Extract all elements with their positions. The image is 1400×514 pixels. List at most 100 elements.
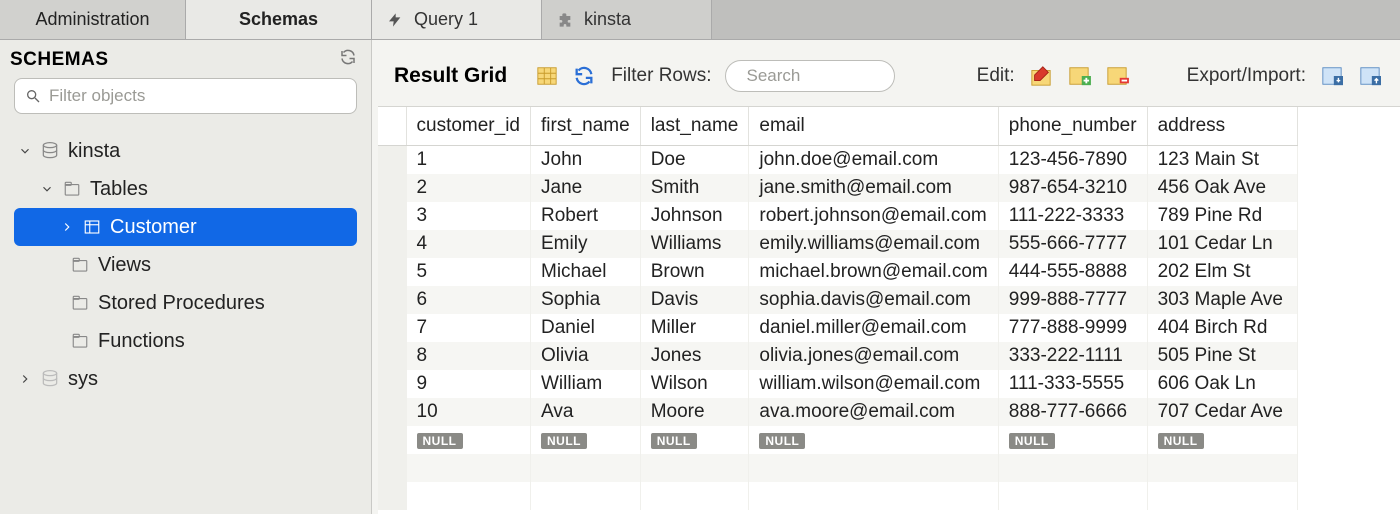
cell-last_name[interactable]: Doe [640,146,749,175]
table-row[interactable]: 4EmilyWilliamsemily.williams@email.com55… [378,230,1297,258]
cell-address[interactable]: 606 Oak Ln [1147,370,1297,398]
row-handle[interactable] [378,426,406,454]
table-row[interactable]: 1JohnDoejohn.doe@email.com123-456-789012… [378,146,1297,175]
cell-last_name[interactable]: Miller [640,314,749,342]
cell-customer_id[interactable]: 7 [406,314,531,342]
cell-customer_id[interactable]: 1 [406,146,531,175]
cell-address[interactable]: 707 Cedar Ave [1147,398,1297,426]
add-row-icon[interactable] [1067,65,1091,87]
cell-email[interactable]: olivia.jones@email.com [749,342,998,370]
cell-address[interactable]: 404 Birch Rd [1147,314,1297,342]
cell-phone_number[interactable]: NULL [998,426,1147,454]
cell-email[interactable]: michael.brown@email.com [749,258,998,286]
cell-last_name[interactable]: Jones [640,342,749,370]
cell-last_name[interactable]: Wilson [640,370,749,398]
cell-phone_number[interactable]: 123-456-7890 [998,146,1147,175]
cell-address[interactable]: 123 Main St [1147,146,1297,175]
table-row[interactable]: 3RobertJohnsonrobert.johnson@email.com11… [378,202,1297,230]
cell-first_name[interactable]: Jane [531,174,641,202]
tree-schema-kinsta[interactable]: kinsta [0,132,371,170]
table-row-null[interactable]: NULLNULLNULLNULLNULLNULL [378,426,1297,454]
result-grid[interactable]: customer_idfirst_namelast_nameemailphone… [378,106,1400,514]
cell-customer_id[interactable]: 6 [406,286,531,314]
cell-email[interactable]: robert.johnson@email.com [749,202,998,230]
row-handle[interactable] [378,230,406,258]
row-handle[interactable] [378,398,406,426]
cell-phone_number[interactable]: 111-333-5555 [998,370,1147,398]
cell-last_name[interactable]: Johnson [640,202,749,230]
tree-functions[interactable]: Functions [0,322,371,360]
cell-last_name[interactable]: Davis [640,286,749,314]
cell-address[interactable]: 101 Cedar Ln [1147,230,1297,258]
cell-email[interactable]: emily.williams@email.com [749,230,998,258]
column-header-email[interactable]: email [749,107,998,146]
cell-email[interactable]: NULL [749,426,998,454]
cell-phone_number[interactable]: 888-777-6666 [998,398,1147,426]
row-handle[interactable] [378,370,406,398]
cell-address[interactable]: 202 Elm St [1147,258,1297,286]
cell-phone_number[interactable]: 111-222-3333 [998,202,1147,230]
filter-objects-input-wrap[interactable] [14,78,357,114]
cell-last_name[interactable]: NULL [640,426,749,454]
cell-email[interactable]: william.wilson@email.com [749,370,998,398]
cell-first_name[interactable]: Michael [531,258,641,286]
cell-phone_number[interactable]: 333-222-1111 [998,342,1147,370]
cell-email[interactable]: daniel.miller@email.com [749,314,998,342]
cell-customer_id[interactable]: 5 [406,258,531,286]
tab-schemas[interactable]: Schemas [186,0,372,39]
refresh-icon[interactable] [339,48,357,72]
filter-objects-input[interactable] [49,86,346,106]
column-header-first_name[interactable]: first_name [531,107,641,146]
cell-phone_number[interactable]: 987-654-3210 [998,174,1147,202]
editor-tab-kinsta[interactable]: kinsta [542,0,712,39]
grid-view-icon[interactable] [535,65,559,87]
cell-last_name[interactable]: Williams [640,230,749,258]
row-handle[interactable] [378,342,406,370]
table-row[interactable]: 10AvaMooreava.moore@email.com888-777-666… [378,398,1297,426]
filter-rows-search[interactable] [725,60,895,92]
cell-customer_id[interactable]: 4 [406,230,531,258]
column-header-phone_number[interactable]: phone_number [998,107,1147,146]
tree-tables[interactable]: Tables [0,170,371,208]
row-handle[interactable] [378,146,406,175]
column-header-last_name[interactable]: last_name [640,107,749,146]
table-row[interactable]: 2JaneSmithjane.smith@email.com987-654-32… [378,174,1297,202]
row-handle[interactable] [378,314,406,342]
filter-rows-input[interactable] [746,66,967,86]
cell-address[interactable]: 456 Oak Ave [1147,174,1297,202]
cell-phone_number[interactable]: 999-888-7777 [998,286,1147,314]
cell-customer_id[interactable]: 2 [406,174,531,202]
cell-address[interactable]: 303 Maple Ave [1147,286,1297,314]
cell-phone_number[interactable]: 777-888-9999 [998,314,1147,342]
cell-phone_number[interactable]: 444-555-8888 [998,258,1147,286]
row-handle[interactable] [378,202,406,230]
cell-address[interactable]: 505 Pine St [1147,342,1297,370]
edit-row-icon[interactable] [1029,65,1053,87]
table-row[interactable]: 9WilliamWilsonwilliam.wilson@email.com11… [378,370,1297,398]
cell-customer_id[interactable]: NULL [406,426,531,454]
refresh-icon[interactable] [573,65,597,87]
table-row[interactable]: 6SophiaDavissophia.davis@email.com999-88… [378,286,1297,314]
cell-customer_id[interactable]: 8 [406,342,531,370]
delete-row-icon[interactable] [1105,65,1129,87]
table-row[interactable]: 8OliviaJonesolivia.jones@email.com333-22… [378,342,1297,370]
cell-first_name[interactable]: Emily [531,230,641,258]
tree-table-customer[interactable]: Customer [14,208,357,246]
cell-first_name[interactable]: NULL [531,426,641,454]
cell-last_name[interactable]: Moore [640,398,749,426]
cell-first_name[interactable]: John [531,146,641,175]
cell-first_name[interactable]: William [531,370,641,398]
tab-administration[interactable]: Administration [0,0,186,39]
table-row[interactable]: 7DanielMillerdaniel.miller@email.com777-… [378,314,1297,342]
cell-email[interactable]: jane.smith@email.com [749,174,998,202]
tree-views[interactable]: Views [0,246,371,284]
column-header-address[interactable]: address [1147,107,1297,146]
cell-first_name[interactable]: Daniel [531,314,641,342]
cell-email[interactable]: sophia.davis@email.com [749,286,998,314]
export-icon[interactable] [1320,65,1344,87]
row-handle[interactable] [378,258,406,286]
cell-first_name[interactable]: Robert [531,202,641,230]
cell-last_name[interactable]: Brown [640,258,749,286]
cell-first_name[interactable]: Olivia [531,342,641,370]
cell-email[interactable]: john.doe@email.com [749,146,998,175]
